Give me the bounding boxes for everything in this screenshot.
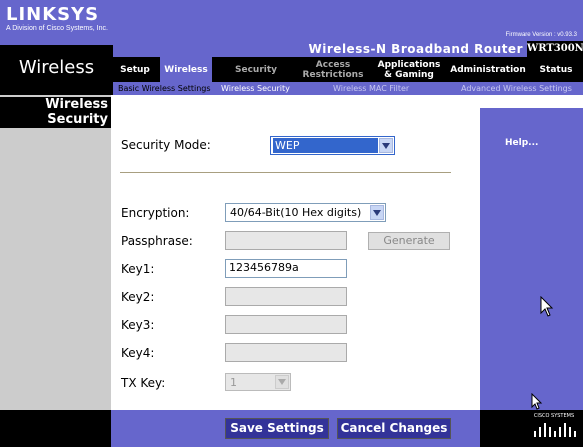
cisco-logo: CISCO SYSTEMS bbox=[530, 413, 578, 441]
security-mode-select[interactable]: WEP bbox=[270, 136, 395, 155]
txkey-value: 1 bbox=[230, 376, 237, 389]
encryption-select[interactable]: 40/64-Bit(10 Hex digits) bbox=[225, 203, 386, 222]
linksys-logo: LINKSYS bbox=[6, 4, 100, 25]
key1-label: Key1: bbox=[121, 262, 155, 276]
key2-input[interactable] bbox=[225, 287, 347, 306]
tab-status[interactable]: Status bbox=[532, 57, 580, 82]
mouse-pointer-icon bbox=[531, 393, 543, 410]
chevron-down-icon bbox=[379, 138, 393, 153]
security-mode-value: WEP bbox=[273, 138, 378, 153]
cisco-label: CISCO SYSTEMS bbox=[533, 413, 575, 419]
mouse-pointer-icon bbox=[540, 296, 554, 317]
divider bbox=[120, 172, 451, 173]
chevron-down-icon bbox=[370, 205, 384, 220]
help-link[interactable]: Help... bbox=[505, 138, 538, 148]
footer-left bbox=[0, 410, 111, 447]
subtab-basic-wireless[interactable]: Basic Wireless Settings bbox=[118, 82, 211, 95]
key4-input[interactable] bbox=[225, 343, 347, 362]
txkey-select[interactable]: 1 bbox=[225, 373, 291, 391]
key4-label: Key4: bbox=[121, 346, 155, 360]
key3-label: Key3: bbox=[121, 318, 155, 332]
cancel-changes-button[interactable]: Cancel Changes bbox=[337, 418, 451, 439]
txkey-label: TX Key: bbox=[121, 376, 166, 390]
security-mode-label: Security Mode: bbox=[121, 138, 211, 152]
subtab-advanced-wireless[interactable]: Advanced Wireless Settings bbox=[461, 82, 572, 95]
tab-administration[interactable]: Administration bbox=[448, 57, 528, 82]
passphrase-input[interactable] bbox=[225, 231, 347, 250]
key2-label: Key2: bbox=[121, 290, 155, 304]
encryption-label: Encryption: bbox=[121, 206, 190, 220]
help-panel-spacer bbox=[480, 95, 583, 108]
tab-access-restrictions[interactable]: Access Restrictions bbox=[296, 57, 370, 82]
chevron-down-icon bbox=[275, 375, 289, 389]
model-number: WRT300N bbox=[527, 41, 583, 57]
passphrase-label: Passphrase: bbox=[121, 234, 193, 248]
key3-input[interactable] bbox=[225, 315, 347, 334]
tab-setup[interactable]: Setup bbox=[113, 57, 157, 82]
encryption-value: 40/64-Bit(10 Hex digits) bbox=[230, 206, 362, 219]
left-panel bbox=[0, 95, 111, 447]
product-name: Wireless-N Broadband Router bbox=[308, 42, 523, 56]
key1-input[interactable]: 123456789a bbox=[225, 259, 347, 278]
tab-security[interactable]: Security bbox=[218, 57, 294, 82]
generate-button[interactable]: Generate bbox=[368, 232, 450, 250]
section-subtitle: Wireless Security bbox=[45, 97, 108, 127]
logo-subtitle: A Division of Cisco Systems, Inc. bbox=[6, 25, 108, 32]
subtab-mac-filter[interactable]: Wireless MAC Filter bbox=[333, 82, 409, 95]
tab-wireless[interactable]: Wireless bbox=[160, 57, 212, 82]
subtab-wireless-security[interactable]: Wireless Security bbox=[221, 82, 290, 95]
page-title: Wireless bbox=[18, 57, 95, 78]
save-settings-button[interactable]: Save Settings bbox=[225, 418, 329, 439]
tab-applications-gaming[interactable]: Applications & Gaming bbox=[374, 57, 444, 82]
firmware-version: Firmware Version : v0.93.3 bbox=[505, 32, 577, 38]
